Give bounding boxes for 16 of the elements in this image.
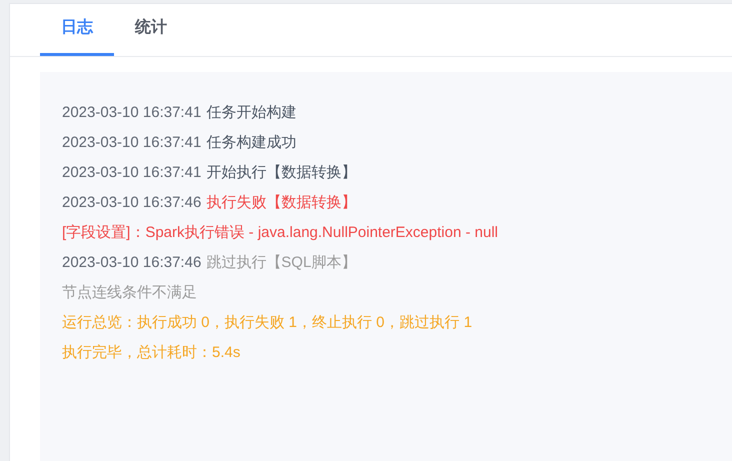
tab[interactable]: 统计	[114, 3, 188, 56]
tab[interactable]: 日志	[40, 3, 114, 56]
log-timestamp: 2023-03-10 16:37:41	[62, 132, 202, 153]
log-message: 运行总览：执行成功 0，执行失败 1，终止执行 0，跳过执行 1	[62, 312, 472, 333]
log-message: 开始执行【数据转换】	[206, 162, 356, 183]
log-message: 任务构建成功	[206, 132, 296, 153]
log-timestamp: 2023-03-10 16:37:41	[62, 162, 202, 183]
log-message: 执行完毕，总计耗时：5.4s	[62, 342, 240, 363]
log-timestamp: 2023-03-10 16:37:41	[62, 102, 202, 123]
log-timestamp: 2023-03-10 16:37:46	[62, 252, 202, 273]
log-message: 节点连线条件不满足	[62, 282, 197, 303]
log-message: [字段设置]：Spark执行错误 - java.lang.NullPointerException - null	[62, 222, 498, 243]
log-message: 跳过执行【SQL脚本】	[206, 252, 356, 273]
log-timestamp: 2023-03-10 16:37:46	[62, 192, 202, 213]
log-message: 执行失败【数据转换】	[206, 192, 356, 213]
log-message: 任务开始构建	[206, 102, 296, 123]
